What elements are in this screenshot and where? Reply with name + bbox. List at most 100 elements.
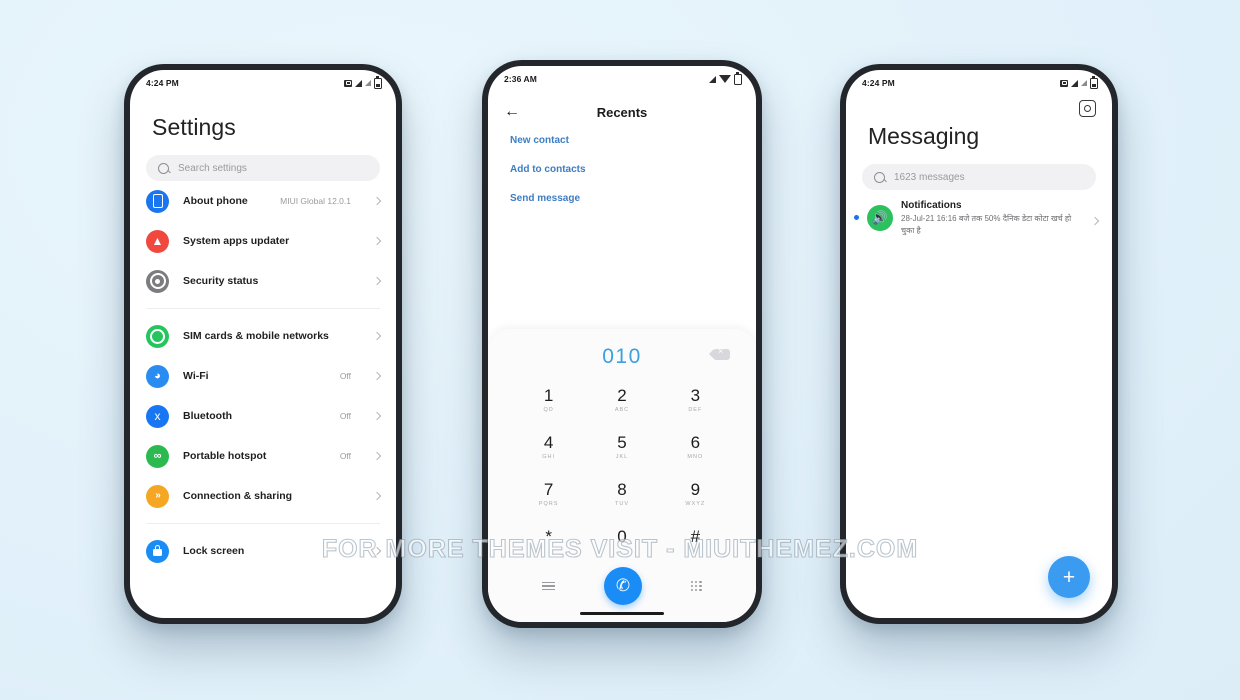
signal-icon: [355, 79, 362, 87]
about-phone-icon: [146, 189, 169, 213]
status-bar: 4:24 PM: [130, 70, 396, 92]
status-time: 4:24 PM: [146, 78, 179, 88]
dialpad-key-4[interactable]: 4 GHI: [512, 424, 585, 471]
sim-icon: [344, 79, 352, 87]
dialer-actions: New contact Add to contacts Send message: [488, 126, 756, 213]
status-bar: 4:24 PM: [846, 70, 1112, 92]
chevron-right-icon: [372, 451, 382, 461]
setting-value: Off: [339, 451, 351, 461]
messaging-toolbar: [846, 92, 1112, 117]
sidebar-item-security-status[interactable]: Security status: [130, 261, 396, 301]
key-digit: 8: [617, 480, 627, 499]
key-letters: GHI: [542, 454, 556, 460]
wifi-icon: [719, 75, 731, 83]
setting-label: Lock screen: [183, 545, 245, 557]
chevron-right-icon: [372, 371, 382, 381]
chevron-right-icon: [372, 546, 382, 556]
sidebar-item-system-apps-updater[interactable]: ▲ System apps updater: [130, 221, 396, 261]
dialpad-key-9[interactable]: 9 WXYZ: [659, 471, 732, 518]
key-letters: JKL: [615, 454, 629, 460]
settings-screen: 4:24 PM Settings Search settings About p…: [130, 70, 396, 618]
setting-label: Connection & sharing: [183, 490, 293, 502]
chevron-right-icon: [372, 276, 382, 286]
wifi-icon: ◕: [146, 364, 169, 388]
sidebar-item-sim-cards[interactable]: SIM cards & mobile networks: [130, 316, 396, 356]
sidebar-item-about-phone[interactable]: About phone MIUI Global 12.0.1: [130, 181, 396, 221]
chevron-right-icon: [372, 411, 382, 421]
battery-icon: [734, 72, 742, 85]
search-input[interactable]: Search settings: [146, 155, 380, 181]
keypad-icon[interactable]: [690, 580, 702, 592]
sim-card-icon: [146, 324, 169, 348]
dialpad-key-1[interactable]: 1 QD: [512, 377, 585, 424]
sim-icon: [1060, 79, 1068, 87]
sidebar-item-wifi[interactable]: ◕ Wi-Fi Off: [130, 356, 396, 396]
setting-label: SIM cards & mobile networks: [183, 330, 329, 342]
chevron-right-icon: [372, 196, 382, 206]
gear-icon[interactable]: [1079, 100, 1096, 117]
status-time: 2:36 AM: [504, 74, 537, 84]
sidebar-item-bluetooth[interactable]: x Bluetooth Off: [130, 396, 396, 436]
divider: [146, 523, 380, 524]
menu-icon[interactable]: [542, 581, 556, 591]
dialpad-key-2[interactable]: 2 ABC: [585, 377, 658, 424]
messaging-screen: 4:24 PM Messaging 1623 messages 🔊 Notifi…: [846, 70, 1112, 618]
new-contact-button[interactable]: New contact: [488, 126, 756, 155]
dialpad-key-star[interactable]: *: [512, 518, 585, 565]
conversation-name: Notifications: [901, 200, 962, 211]
chevron-right-icon: [372, 491, 382, 501]
phone-dialer: 2:36 AM ← Recents New contact Add to con…: [482, 60, 762, 628]
screenshot-stage: 4:24 PM Settings Search settings About p…: [0, 0, 1240, 700]
key-letters: MNO: [687, 454, 704, 460]
dialpad-keys: 1 QD 2 ABC 3 DEF 4 GHI 5 JKL 6 MNO 7 PQRS 8 TUV …: [488, 369, 756, 565]
list-item[interactable]: 🔊 Notifications 28-Jul-21 16:16 बजे तक 5…: [846, 190, 1112, 236]
dialpad-key-3[interactable]: 3 DEF: [659, 377, 732, 424]
dialpad-key-0[interactable]: 0: [585, 518, 658, 565]
search-input[interactable]: 1623 messages: [862, 164, 1096, 190]
setting-label: Security status: [183, 275, 259, 287]
setting-label: Portable hotspot: [183, 450, 267, 462]
updater-icon: ▲: [146, 229, 169, 253]
key-digit: 5: [617, 433, 627, 452]
dialer-bottom-bar: ✆: [488, 565, 756, 605]
bluetooth-icon: x: [146, 404, 169, 428]
back-arrow-icon[interactable]: ←: [504, 104, 528, 120]
dialer-screen: 2:36 AM ← Recents New contact Add to con…: [488, 66, 756, 622]
dialpad-key-6[interactable]: 6 MNO: [659, 424, 732, 471]
setting-value: Off: [339, 371, 351, 381]
page-title: Settings: [152, 114, 236, 140]
sidebar-item-lock-screen[interactable]: Lock screen: [130, 531, 396, 571]
dialpad-key-8[interactable]: 8 TUV: [585, 471, 658, 518]
key-letters: DEF: [688, 407, 703, 413]
conversation-body: Notifications 28-Jul-21 16:16 बजे तक 50%…: [901, 200, 1084, 236]
battery-icon: [1090, 76, 1098, 89]
sidebar-item-portable-hotspot[interactable]: ∞ Portable hotspot Off: [130, 436, 396, 476]
status-icons: [709, 72, 742, 85]
key-letters: QD: [543, 407, 554, 413]
key-digit: 4: [543, 433, 554, 452]
backspace-icon[interactable]: [709, 347, 730, 360]
conversation-preview: 28-Jul-21 16:16 बजे तक 50% दैनिक डेटा को…: [901, 214, 1072, 235]
search-placeholder: Search settings: [178, 162, 247, 174]
speaker-icon: 🔊: [867, 205, 893, 231]
dialpad-key-7[interactable]: 7 PQRS: [512, 471, 585, 518]
unread-badge: [854, 215, 859, 220]
status-icons: [344, 76, 382, 89]
hotspot-icon: ∞: [146, 444, 169, 468]
setting-label: System apps updater: [183, 235, 290, 247]
dialed-number: 010: [488, 329, 756, 369]
chevron-right-icon: [372, 331, 382, 341]
key-digit: 0: [617, 527, 627, 546]
sidebar-item-connection-sharing[interactable]: » Connection & sharing: [130, 476, 396, 516]
dialpad-key-5[interactable]: 5 JKL: [585, 424, 658, 471]
send-message-button[interactable]: Send message: [488, 184, 756, 213]
signal-icon: [709, 75, 716, 83]
new-message-fab[interactable]: +: [1048, 556, 1090, 598]
security-icon: [146, 269, 169, 293]
divider: [146, 308, 380, 309]
page-title: Recents: [596, 104, 648, 120]
setting-label: About phone: [183, 195, 248, 207]
dialpad-key-hash[interactable]: #: [659, 518, 732, 565]
call-button[interactable]: ✆: [604, 567, 643, 605]
add-to-contacts-button[interactable]: Add to contacts: [488, 155, 756, 184]
